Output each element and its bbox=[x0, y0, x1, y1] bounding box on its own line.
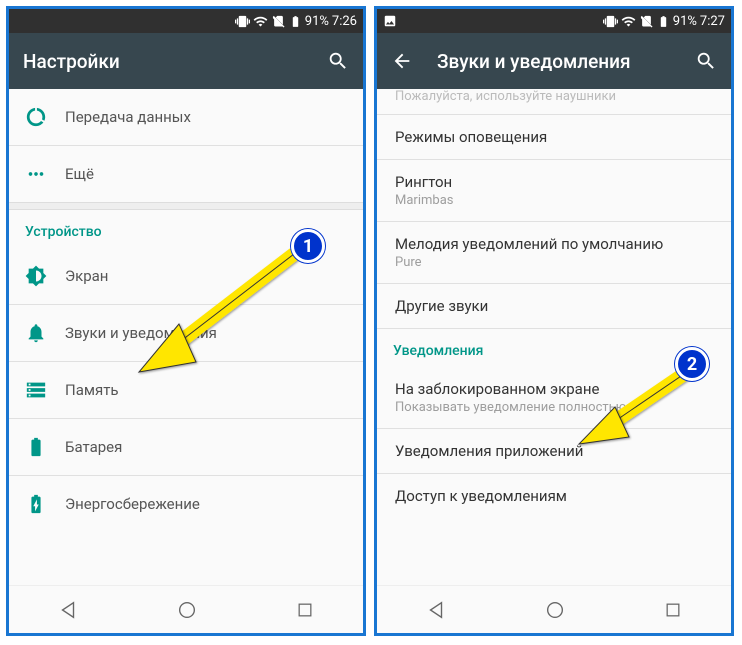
settings-item-more[interactable]: Ещё bbox=[9, 146, 363, 202]
nav-back-button[interactable] bbox=[57, 599, 79, 621]
item-label: Режимы оповещения bbox=[395, 128, 713, 146]
partial-item: Пожалуйста, используйте наушники bbox=[377, 89, 731, 114]
callout-badge-2: 2 bbox=[675, 347, 709, 381]
data-usage-icon bbox=[25, 106, 65, 128]
item-label: Мелодия уведомлений по умолчанию bbox=[395, 235, 713, 253]
storage-icon bbox=[25, 379, 65, 401]
item-subtitle: Marimbas bbox=[395, 193, 713, 208]
page-title: Звуки и уведомления bbox=[437, 50, 695, 73]
no-sim-icon bbox=[639, 14, 654, 29]
left-screenshot: 91% 7:26 Настройки Передача данных Ещё У… bbox=[6, 6, 366, 636]
item-label: Передача данных bbox=[65, 108, 347, 126]
item-label: Рингтон bbox=[395, 173, 713, 191]
item-label: Ещё bbox=[65, 165, 347, 183]
settings-item-battery[interactable]: Батарея bbox=[9, 419, 363, 475]
battery-saver-icon bbox=[25, 493, 65, 515]
item-subtitle: Пожалуйста, используйте наушники bbox=[395, 89, 713, 104]
battery-percent: 91% bbox=[673, 14, 697, 29]
item-label: Другие звуки bbox=[395, 297, 713, 315]
toolbar: Звуки и уведомления bbox=[377, 33, 731, 89]
page-title: Настройки bbox=[23, 50, 327, 73]
vibrate-icon bbox=[603, 14, 618, 29]
item-label: Батарея bbox=[65, 438, 347, 456]
image-icon bbox=[383, 14, 397, 28]
battery-icon bbox=[657, 14, 670, 29]
nav-home-button[interactable] bbox=[544, 599, 566, 621]
arrow-annotation bbox=[567, 362, 697, 452]
search-icon[interactable] bbox=[327, 50, 349, 72]
display-icon bbox=[25, 265, 65, 287]
arrow-annotation bbox=[124, 244, 304, 384]
no-sim-icon bbox=[271, 14, 286, 29]
more-icon bbox=[25, 163, 65, 185]
item-default-notification-sound[interactable]: Мелодия уведомлений по умолчанию Pure bbox=[377, 222, 731, 283]
status-bar: 91% 7:26 bbox=[9, 9, 363, 33]
search-icon[interactable] bbox=[695, 50, 717, 72]
wifi-icon bbox=[253, 14, 268, 29]
nav-recents-button[interactable] bbox=[663, 600, 683, 620]
back-button[interactable] bbox=[391, 50, 413, 72]
clock: 7:27 bbox=[700, 14, 725, 29]
nav-bar bbox=[377, 585, 731, 633]
item-alert-modes[interactable]: Режимы оповещения bbox=[377, 115, 731, 159]
sound-settings-list: Пожалуйста, используйте наушники Режимы … bbox=[377, 89, 731, 585]
nav-back-button[interactable] bbox=[425, 599, 447, 621]
item-subtitle: Pure bbox=[395, 255, 713, 270]
battery-icon bbox=[289, 14, 302, 29]
item-label: Доступ к уведомлениям bbox=[395, 487, 713, 505]
toolbar: Настройки bbox=[9, 33, 363, 89]
battery-icon bbox=[25, 436, 65, 458]
item-label: Энергосбережение bbox=[65, 495, 347, 513]
section-divider bbox=[9, 202, 363, 210]
status-bar: 91% 7:27 bbox=[377, 9, 731, 33]
bell-icon bbox=[25, 322, 65, 344]
nav-recents-button[interactable] bbox=[295, 600, 315, 620]
nav-bar bbox=[9, 585, 363, 633]
vibrate-icon bbox=[235, 14, 250, 29]
right-screenshot: 91% 7:27 Звуки и уведомления Пожалуйста,… bbox=[374, 6, 734, 636]
clock: 7:26 bbox=[332, 14, 357, 29]
nav-home-button[interactable] bbox=[176, 599, 198, 621]
item-other-sounds[interactable]: Другие звуки bbox=[377, 284, 731, 328]
item-ringtone[interactable]: Рингтон Marimbas bbox=[377, 160, 731, 221]
settings-item-power-saving[interactable]: Энергосбережение bbox=[9, 476, 363, 532]
callout-badge-1: 1 bbox=[291, 229, 325, 263]
settings-item-data-usage[interactable]: Передача данных bbox=[9, 89, 363, 145]
item-notification-access[interactable]: Доступ к уведомлениям bbox=[377, 474, 731, 518]
wifi-icon bbox=[621, 14, 636, 29]
battery-percent: 91% bbox=[305, 14, 329, 29]
